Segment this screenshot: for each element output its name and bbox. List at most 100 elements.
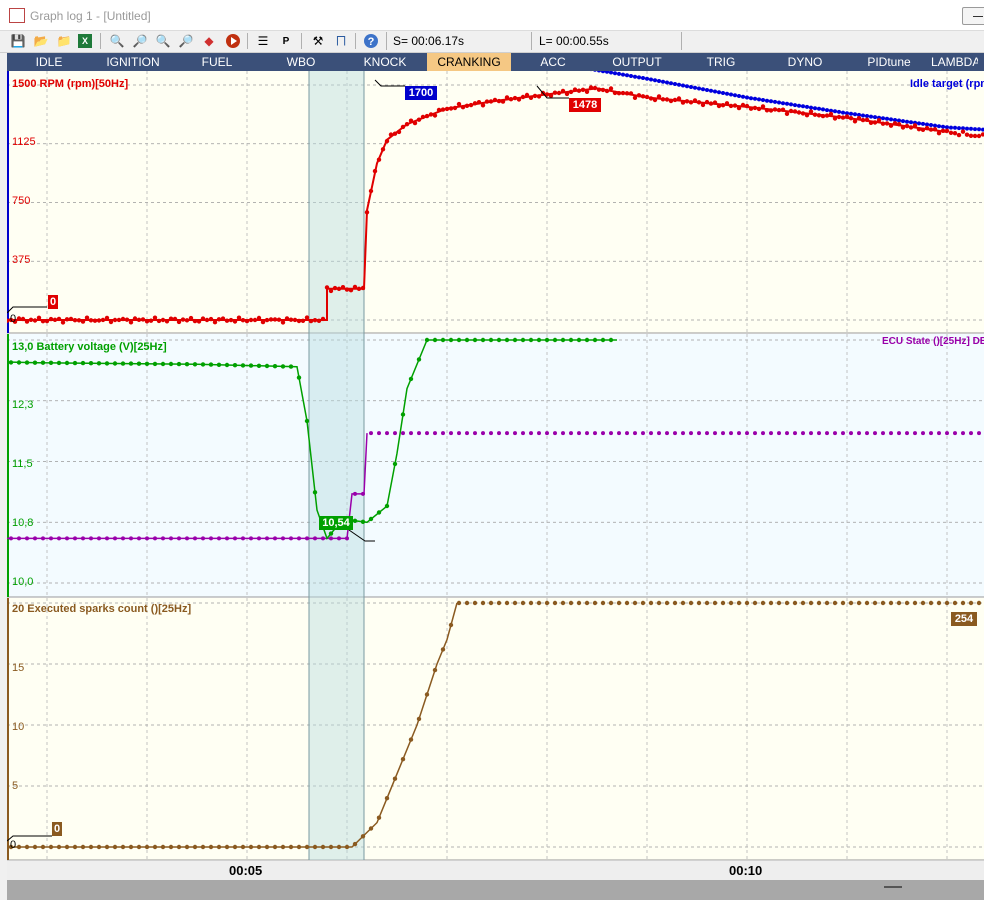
help-icon[interactable]: ? [362,32,380,50]
sparks-count-point [584,600,590,606]
rpm-point [600,87,606,93]
marker-icon[interactable]: P [277,32,295,50]
ecu-state-point [329,536,333,541]
ecu-state-point [385,431,389,436]
tab-ignition[interactable]: IGNITION [91,53,175,71]
ecu-state-point [833,431,837,436]
rpm-point [940,128,946,133]
rpm-point [820,113,826,119]
battery-tick: 10,0 [12,576,34,588]
tab-acc[interactable]: ACC [511,53,595,71]
sparks-count-point [88,844,94,850]
tab-dyno[interactable]: DYNO [763,53,847,71]
idle-target-point [685,84,689,89]
battery-voltage-point [560,337,566,343]
battery-voltage-point [600,337,606,343]
sparks-count-point [136,844,142,850]
zoom-search-icon[interactable]: 🔎 [177,32,195,50]
minimize-button[interactable] [962,7,984,25]
battery-voltage-point [272,364,278,369]
rpm-point [232,319,238,324]
rpm-point [812,112,818,117]
rpm-point [332,285,338,291]
rpm-point [892,121,898,126]
zoom-out-icon[interactable]: 🔎 [131,32,149,50]
excel-export-icon[interactable]: X [78,34,92,48]
rpm-point [448,106,454,111]
idle-target-point [733,93,737,98]
rpm-point [860,117,866,123]
ecu-state-point [977,431,981,436]
tab-knock[interactable]: KNOCK [343,53,427,71]
ecu-state-point [289,536,293,541]
eraser-icon[interactable]: ◆ [200,32,218,50]
graph-canvas[interactable] [4,51,984,861]
scrollbar-grip-icon[interactable] [884,886,902,888]
sparks-count-point [296,844,302,850]
rpm-point [520,94,526,100]
ecu-state-point [481,431,485,436]
idle-target-point [709,88,713,93]
ecu-state-point [593,431,597,436]
rpm-point [420,114,426,120]
rpm-point [792,109,798,114]
zoom-in-icon[interactable]: 🔍 [108,32,126,50]
open-folder-icon[interactable]: 📂 [32,32,50,50]
sparks-count-point [312,844,318,850]
save-icon[interactable]: 💾 [9,32,27,50]
idle-target-point [929,123,933,127]
rpm-point [972,133,978,139]
rpm-point [412,120,418,126]
tools-icon[interactable]: ⚒ [309,32,327,50]
zoom-fit-icon[interactable]: 🔍 [154,32,172,50]
tab-pidtune[interactable]: PIDtune [847,53,931,71]
battery-voltage-point [168,361,174,367]
tab-fuel[interactable]: FUEL [175,53,259,71]
sparks-count-point [840,600,846,606]
tab-idle[interactable]: IDLE [7,53,91,71]
idle-target-point [813,106,817,111]
rpm-point [64,317,70,322]
ecu-state-point [665,431,669,436]
sparks-count-point [328,844,334,850]
rpm-point [728,103,734,109]
ecu-state-point [417,431,421,436]
ecu-state-point [585,431,589,436]
battery-voltage-point [496,337,502,343]
ecu-state-point [217,536,221,541]
tab-output[interactable]: OUTPUT [595,53,679,71]
sparks-count-point [776,600,782,606]
sparks-count-point [280,844,286,850]
tab-cranking[interactable]: CRANKING [427,53,511,71]
rpm-point [488,99,494,104]
rpm-point [808,109,814,114]
sparks-count-point [344,844,350,850]
record-icon[interactable] [224,32,242,50]
sparks-count-point [896,600,902,606]
sparks-count-point [816,600,822,606]
network-icon[interactable]: ⨅ [332,32,350,50]
rpm-point [44,318,50,324]
idle-target-point [641,76,645,80]
battery-voltage-point [208,362,214,367]
ecu-state-point [185,536,189,541]
list-icon[interactable]: ☰ [254,32,272,50]
idle-target-point [917,121,921,126]
rpm-point [580,87,586,92]
rpm-point [284,316,290,321]
rpm-point [932,127,938,132]
rpm-point [480,103,486,108]
tab-wbo[interactable]: WBO [259,53,343,71]
rpm-point [124,317,130,322]
tab-trig[interactable]: TRIG [679,53,763,71]
horizontal-scrollbar[interactable] [7,880,984,900]
rpm-point [756,106,762,112]
tab-lambda[interactable]: LAMBDA [931,53,978,71]
sparks-count-point [728,600,734,606]
sparks-count-point [416,716,422,722]
rpm-point [528,95,534,100]
rpm-point [216,317,222,322]
open-folder-arrow-icon[interactable]: 📁 [55,32,73,50]
idle-target-point [809,105,813,110]
graph-area[interactable]: 1500 RPM (rpm)[50Hz] Idle target (rpm) 1… [4,51,984,861]
